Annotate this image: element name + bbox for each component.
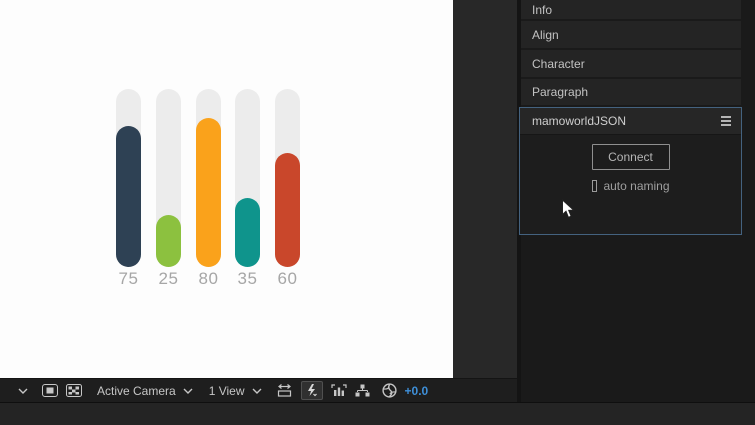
- bar-value-label: 75: [118, 269, 139, 288]
- fast-previews-button[interactable]: [300, 379, 323, 402]
- panel-tab-character[interactable]: Character: [521, 50, 741, 77]
- composition-canvas[interactable]: 75 25 80 35 60: [0, 0, 453, 378]
- bar-fill: [156, 215, 181, 267]
- chevron-down-icon: [183, 388, 193, 394]
- comp-flowchart-button[interactable]: [355, 379, 370, 402]
- bar-column: 80: [196, 89, 221, 288]
- comp-toolbar: Active Camera 1 View +0.0: [0, 378, 517, 402]
- auto-naming-label: auto naming: [603, 179, 670, 193]
- flowchart-icon: [355, 384, 370, 397]
- connect-button[interactable]: Connect: [591, 144, 670, 170]
- bar-column: 75: [116, 89, 141, 288]
- status-strip: [0, 402, 755, 425]
- adjust-exposure-field[interactable]: +0.0: [405, 379, 429, 402]
- magnification-menu-button[interactable]: [18, 379, 28, 402]
- bar-column: 25: [156, 89, 181, 288]
- mamoworld-json-panel: mamoworldJSON Connect auto naming: [519, 107, 742, 235]
- bar-fill: [235, 198, 260, 267]
- transparency-grid-button[interactable]: [66, 379, 82, 402]
- bar-value-label: 60: [277, 269, 298, 288]
- panel-tab-align[interactable]: Align: [521, 21, 741, 48]
- panel-tab-label: Character: [532, 56, 585, 71]
- timeline-icon: [330, 384, 347, 397]
- reset-exposure-icon: [381, 383, 397, 398]
- hamburger-menu-icon[interactable]: [721, 116, 731, 126]
- region-of-interest-button[interactable]: [42, 379, 58, 402]
- auto-naming-checkbox[interactable]: [591, 180, 598, 192]
- after-effects-window: 75 25 80 35 60 Active Camera 1 View +0.0…: [0, 0, 755, 425]
- chevron-down-icon: [252, 388, 262, 394]
- bar-chart: 75 25 80 35 60: [0, 0, 453, 378]
- view-layout-menu[interactable]: 1 View: [209, 379, 262, 402]
- mamoworld-panel-header[interactable]: mamoworldJSON: [520, 108, 741, 135]
- mamoworld-panel-title: mamoworldJSON: [532, 114, 627, 128]
- pixel-aspect-ratio-button[interactable]: [276, 379, 293, 402]
- bar-fill: [275, 153, 300, 267]
- bar-fill: [116, 126, 141, 267]
- panel-tab-paragraph[interactable]: Paragraph: [521, 79, 741, 105]
- timeline-button[interactable]: [330, 379, 347, 402]
- 3d-view-menu[interactable]: Active Camera: [97, 379, 193, 402]
- bar-value-label: 25: [158, 269, 179, 288]
- transparency-grid-icon: [66, 384, 82, 397]
- 3d-view-label: Active Camera: [97, 383, 176, 398]
- bar-fill: [196, 118, 221, 267]
- panel-tab-label: Align: [532, 27, 559, 42]
- mamoworld-panel-body: Connect auto naming: [520, 135, 741, 193]
- panel-tab-label: Paragraph: [532, 85, 589, 99]
- panel-tab-info[interactable]: Info: [521, 0, 741, 19]
- panel-tab-label: Info: [532, 2, 553, 17]
- bar-column: 60: [275, 89, 300, 288]
- composition-viewer-panel: 75 25 80 35 60 Active Camera 1 View +0.0: [0, 0, 517, 402]
- auto-naming-option: auto naming: [591, 179, 670, 193]
- pixel-aspect-ratio-icon: [276, 384, 293, 397]
- chevron-down-icon: [18, 388, 28, 394]
- bar-value-label: 80: [198, 269, 219, 288]
- panel-dock: Info Align Character Paragraph mamoworld…: [519, 0, 755, 402]
- fast-previews-icon: [300, 381, 323, 400]
- bar-value-label: 35: [237, 269, 258, 288]
- bar-column: 35: [235, 89, 260, 288]
- exposure-value: +0.0: [404, 383, 429, 398]
- view-layout-label: 1 View: [208, 383, 245, 398]
- reset-exposure-button[interactable]: [381, 379, 397, 402]
- region-of-interest-icon: [42, 384, 58, 397]
